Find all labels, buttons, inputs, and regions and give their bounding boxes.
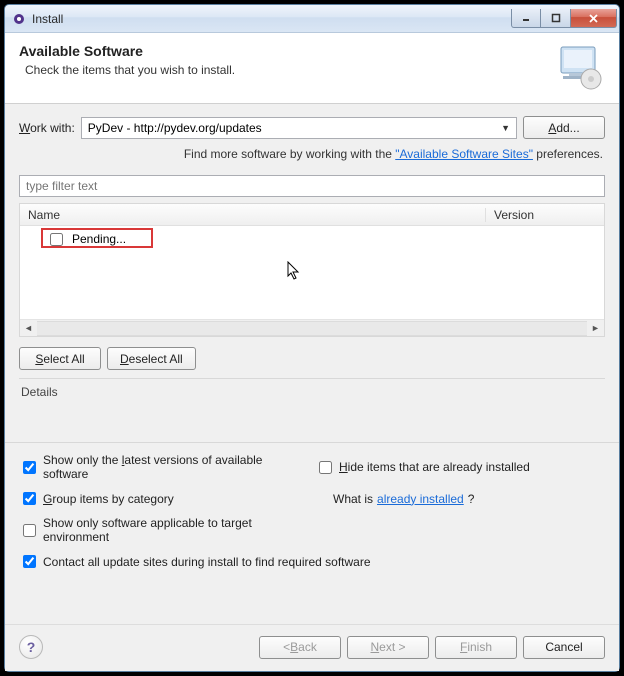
check-group-box[interactable] [23, 492, 36, 505]
work-with-combo[interactable]: ▼ [81, 117, 517, 139]
work-with-label: Work with: [19, 121, 75, 135]
details-panel: Details [19, 378, 605, 434]
check-target-env-box[interactable] [23, 524, 36, 537]
back-button[interactable]: < Back [259, 636, 341, 659]
check-target-env[interactable]: Show only software applicable to target … [19, 516, 309, 544]
horizontal-scrollbar[interactable]: ◄ ► [20, 319, 604, 336]
check-contact-sites[interactable]: Contact all update sites during install … [19, 552, 605, 571]
deselect-all-button[interactable]: Deselect All [107, 347, 196, 370]
install-icon [553, 43, 605, 91]
check-latest[interactable]: Show only the latest versions of availab… [19, 453, 309, 481]
details-label: Details [21, 385, 603, 399]
column-name[interactable]: Name [20, 208, 486, 222]
check-hide-installed-box[interactable] [319, 461, 332, 474]
install-dialog: Install Available Software Check the ite… [4, 4, 620, 672]
dropdown-arrow-icon[interactable]: ▼ [499, 123, 512, 133]
dialog-footer: ? < Back Next > Finish Cancel [5, 624, 619, 671]
already-installed-link[interactable]: already installed [377, 492, 464, 506]
banner-subtext: Check the items that you wish to install… [25, 63, 235, 77]
finish-button[interactable]: Finish [435, 636, 517, 659]
check-hide-installed[interactable]: Hide items that are already installed [315, 453, 605, 481]
check-contact-sites-box[interactable] [23, 555, 36, 568]
software-tree[interactable]: Name Version Pending... ◄ ► [19, 203, 605, 337]
app-icon [11, 11, 27, 27]
close-button[interactable] [571, 9, 617, 28]
check-group[interactable]: Group items by category [19, 489, 309, 508]
tree-item-label: Pending... [72, 232, 126, 246]
banner: Available Software Check the items that … [5, 33, 619, 104]
select-all-button[interactable]: Select All [19, 347, 101, 370]
hint-text: Find more software by working with the "… [19, 147, 605, 161]
work-with-input[interactable] [86, 120, 499, 136]
check-latest-box[interactable] [23, 461, 36, 474]
maximize-button[interactable] [541, 9, 571, 28]
tree-item-checkbox[interactable] [50, 233, 63, 246]
column-version[interactable]: Version [486, 208, 604, 222]
window-title: Install [32, 12, 63, 26]
what-is-installed: What is already installed? [315, 489, 605, 508]
scroll-track[interactable] [37, 321, 587, 336]
scroll-right-icon[interactable]: ► [587, 320, 604, 337]
scroll-left-icon[interactable]: ◄ [20, 320, 37, 337]
add-button[interactable]: Add... [523, 116, 605, 139]
minimize-button[interactable] [511, 9, 541, 28]
tree-header[interactable]: Name Version [20, 204, 604, 226]
separator [5, 442, 619, 443]
available-sites-link[interactable]: "Available Software Sites" [395, 147, 533, 161]
cancel-button[interactable]: Cancel [523, 636, 605, 659]
next-button[interactable]: Next > [347, 636, 429, 659]
help-button[interactable]: ? [19, 635, 43, 659]
filter-input[interactable] [19, 175, 605, 197]
titlebar[interactable]: Install [5, 5, 619, 33]
tree-row[interactable]: Pending... [20, 230, 604, 248]
banner-heading: Available Software [19, 43, 235, 59]
